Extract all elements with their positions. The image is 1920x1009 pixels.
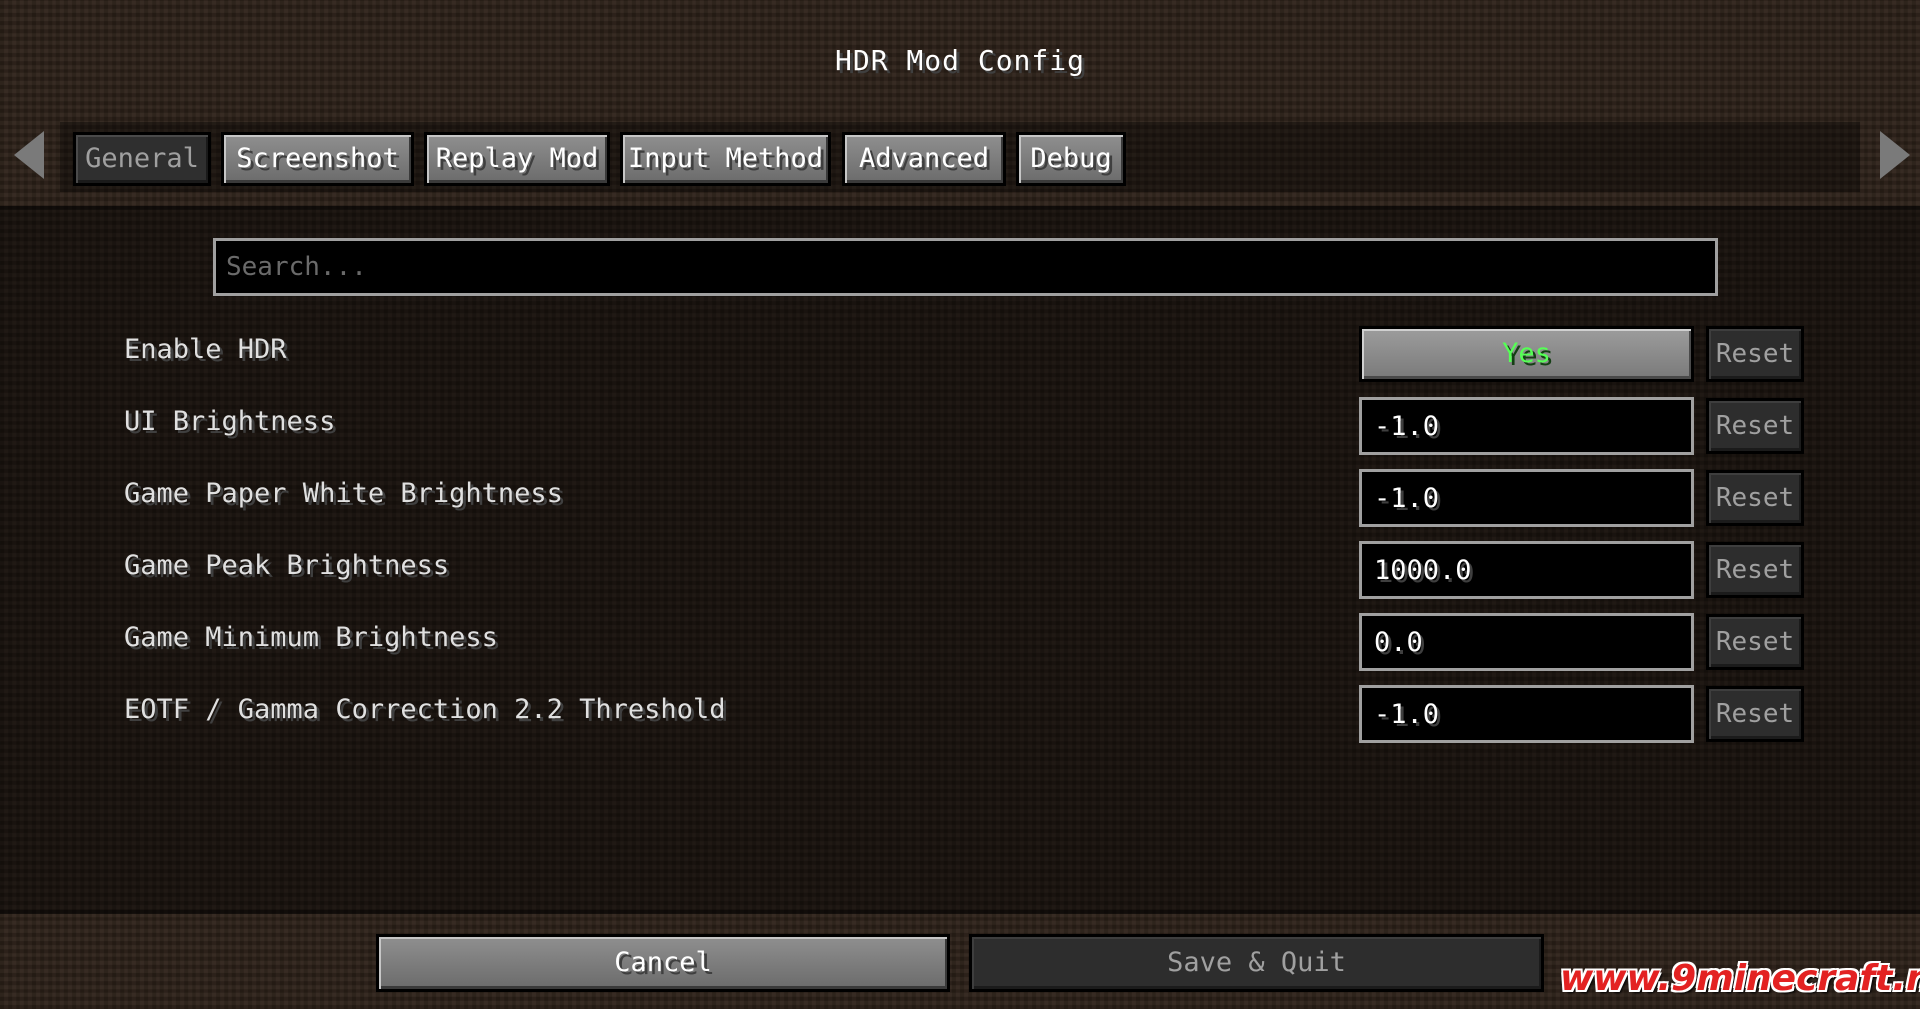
tab-general[interactable]: General <box>73 132 211 186</box>
reset-button-enable-hdr[interactable]: Reset <box>1706 326 1804 382</box>
tab-replay-mod[interactable]: Replay Mod <box>424 132 610 186</box>
ui-brightness-field[interactable] <box>1359 397 1694 455</box>
chevron-right-icon[interactable] <box>1880 131 1910 179</box>
option-label-enable-hdr: Enable HDR <box>124 334 287 365</box>
option-label-paper-white: Game Paper White Brightness <box>124 478 563 509</box>
search-input[interactable] <box>213 238 1718 296</box>
cancel-button[interactable]: Cancel <box>376 934 950 992</box>
eotf-threshold-field[interactable] <box>1359 685 1694 743</box>
tab-debug[interactable]: Debug <box>1016 132 1126 186</box>
page-title: HDR Mod Config <box>834 44 1085 77</box>
option-label-minimum-brightness: Game Minimum Brightness <box>124 622 498 653</box>
option-label-peak-brightness: Game Peak Brightness <box>124 550 450 581</box>
paper-white-brightness-field[interactable] <box>1359 469 1694 527</box>
reset-button-paper-white[interactable]: Reset <box>1706 470 1804 526</box>
option-label-eotf-threshold: EOTF / Gamma Correction 2.2 Threshold <box>124 694 726 725</box>
option-label-ui-brightness: UI Brightness <box>124 406 336 437</box>
tab-advanced[interactable]: Advanced <box>842 132 1006 186</box>
minimum-brightness-field[interactable] <box>1359 613 1694 671</box>
reset-button-minimum-brightness[interactable]: Reset <box>1706 614 1804 670</box>
save-and-quit-button[interactable]: Save & Quit <box>969 934 1544 992</box>
peak-brightness-field[interactable] <box>1359 541 1694 599</box>
watermark: www.9minecraft.net <box>1560 958 1920 999</box>
panel-divider-bottom <box>0 910 1920 914</box>
tab-input-method[interactable]: Input Method <box>620 132 831 186</box>
reset-button-peak-brightness[interactable]: Reset <box>1706 542 1804 598</box>
reset-button-eotf-threshold[interactable]: Reset <box>1706 686 1804 742</box>
enable-hdr-toggle[interactable]: Yes <box>1359 326 1694 382</box>
chevron-left-icon[interactable] <box>14 131 44 179</box>
reset-button-ui-brightness[interactable]: Reset <box>1706 398 1804 454</box>
tab-screenshot[interactable]: Screenshot <box>221 132 414 186</box>
